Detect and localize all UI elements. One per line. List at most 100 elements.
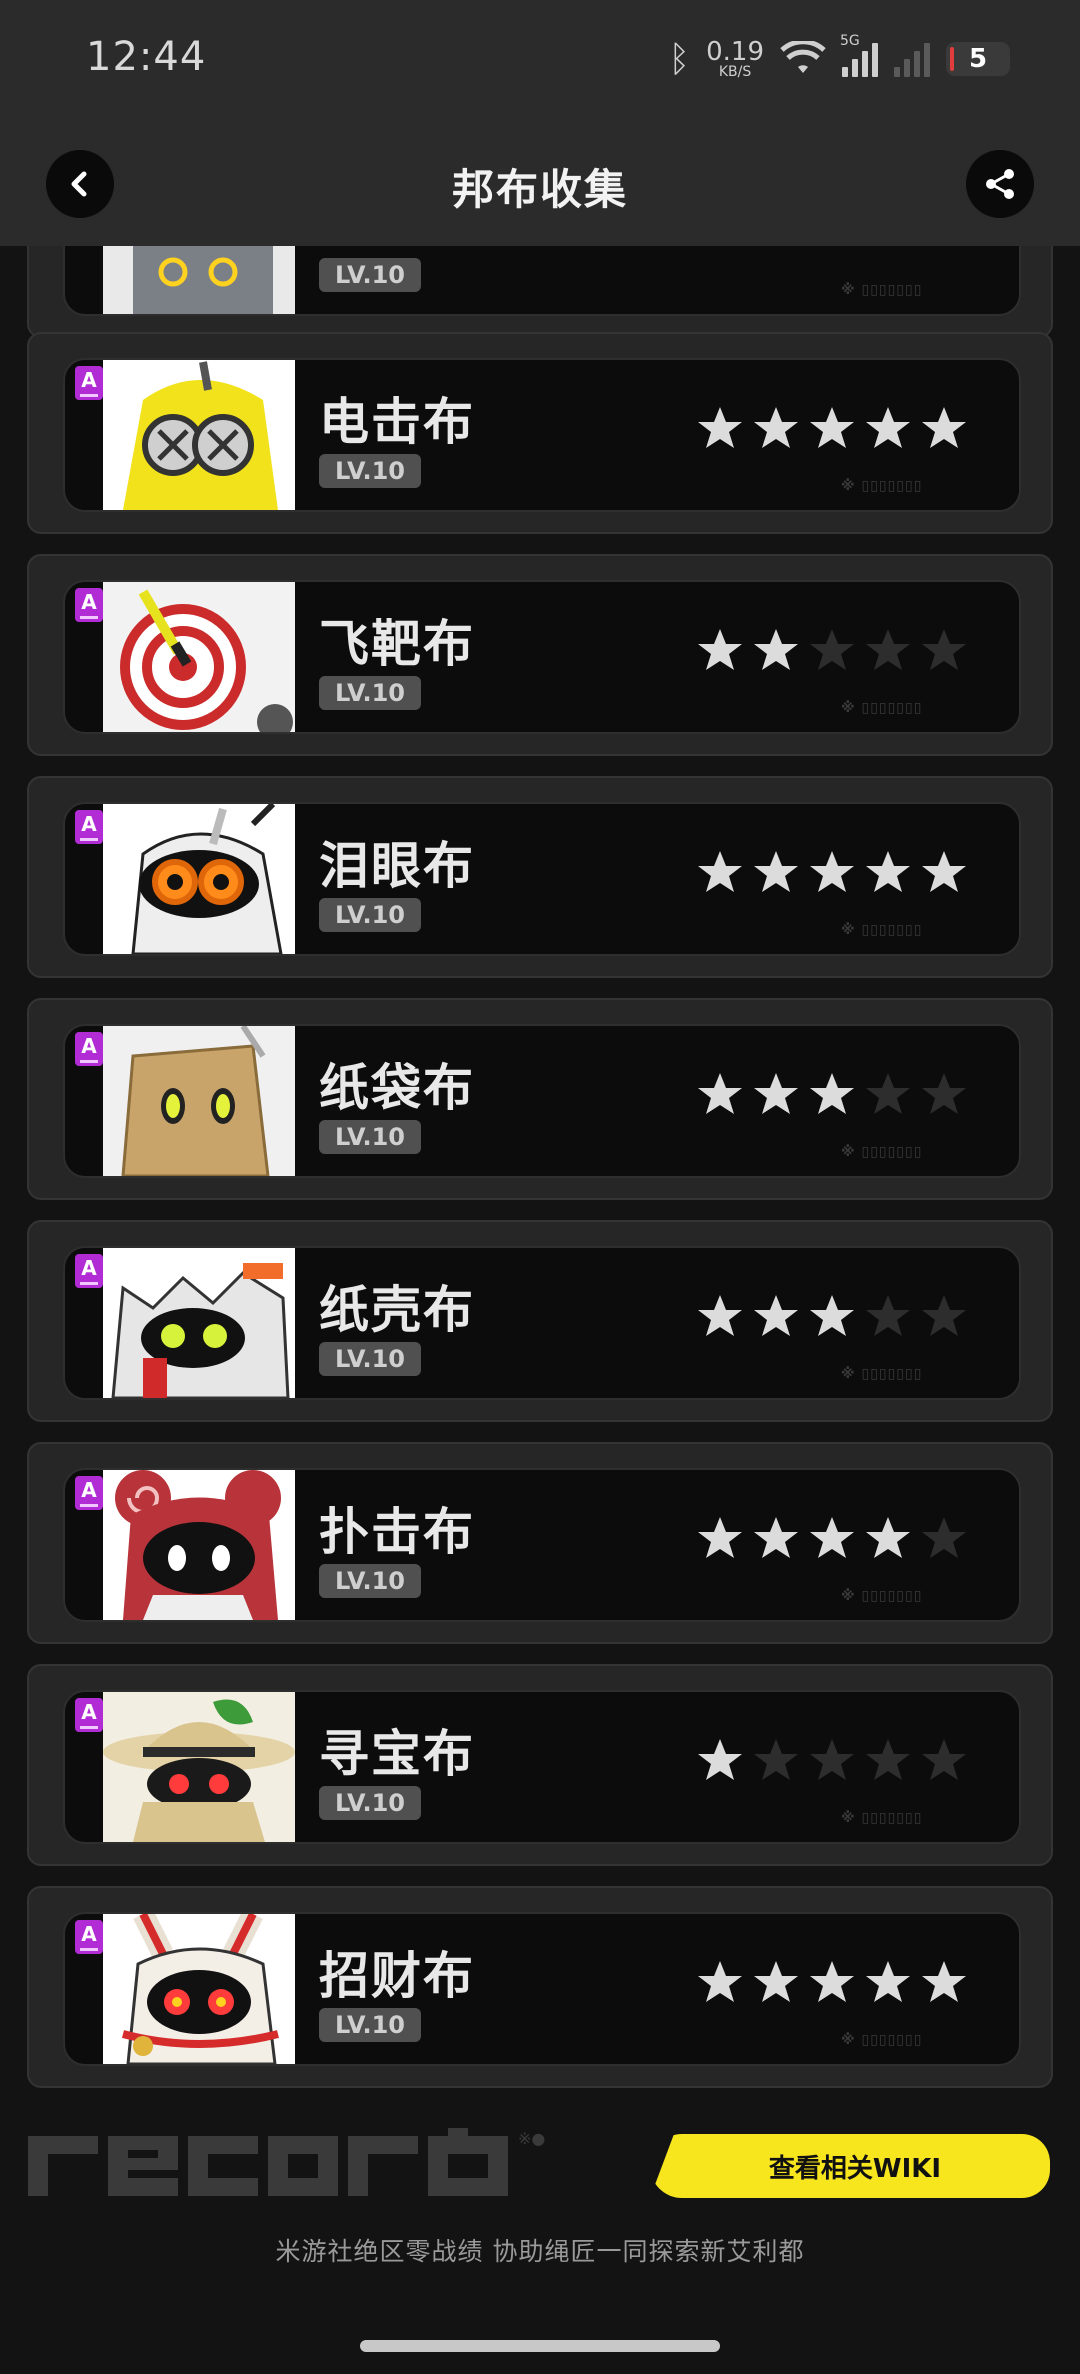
card-deco-text: ※ ▯▯▯▯▯▯▯ xyxy=(841,922,923,938)
star-empty-icon xyxy=(922,629,966,670)
bangboo-level: LV.10 xyxy=(319,454,421,488)
star-filled-icon xyxy=(810,1517,854,1558)
card-inner: A 飞靶布 LV.10 ※ ▯▯▯▯▯▯▯ xyxy=(63,580,1021,734)
star-filled-icon xyxy=(754,1295,798,1336)
star-filled-icon xyxy=(810,1961,854,2002)
bangboo-art xyxy=(103,1692,295,1842)
card-inner: A 扑击布 LV.10 ※ ▯▯▯▯▯▯▯ xyxy=(63,1468,1021,1622)
rank-badge: A xyxy=(75,588,103,622)
card-deco-text: ※ ▯▯▯▯▯▯▯ xyxy=(841,1366,923,1382)
status-bar: 12:44 ᛒ 0.19 KB/S 5G 5 xyxy=(0,0,1080,120)
card-inner: A 泪眼布 LV.10 ※ ▯▯▯▯▯▯▯ xyxy=(63,802,1021,956)
card-deco-text: ※ ▯▯▯▯▯▯▯ xyxy=(841,1144,923,1160)
star-rating xyxy=(695,1958,969,2008)
card-deco-text: ※ ▯▯▯▯▯▯▯ xyxy=(841,2032,923,2048)
card-inner: A 纸壳布 LV.10 ※ ▯▯▯▯▯▯▯ xyxy=(63,1246,1021,1400)
bangboo-card[interactable]: A 电击布 LV.10 ※ ▯▯▯▯▯▯▯ xyxy=(27,332,1053,534)
bangboo-art xyxy=(103,1026,295,1176)
star-filled-icon xyxy=(698,629,742,670)
rank-badge: A xyxy=(75,1032,103,1066)
bangboo-card[interactable]: A 扑击布 LV.10 ※ ▯▯▯▯▯▯▯ xyxy=(27,1442,1053,1644)
star-rating xyxy=(695,626,969,676)
card-inner: A 纸袋布 LV.10 ※ ▯▯▯▯▯▯▯ xyxy=(63,1024,1021,1178)
rank-badge: A xyxy=(75,1476,103,1510)
bangboo-level: LV.10 xyxy=(319,1120,421,1154)
star-filled-icon xyxy=(698,851,742,892)
rank-badge: A xyxy=(75,1254,103,1288)
bangboo-level: LV.10 xyxy=(319,676,421,710)
bangboo-name: 飞靶布 xyxy=(319,615,475,673)
star-empty-icon xyxy=(866,1295,910,1336)
bangboo-card[interactable]: A 招财布 LV.10 ※ ▯▯▯▯▯▯▯ xyxy=(27,1886,1053,2088)
status-icons: ᛒ 0.19 KB/S 5G 5 xyxy=(669,33,1010,84)
bangboo-name: 招财布 xyxy=(319,1947,475,2005)
star-filled-icon xyxy=(698,1295,742,1336)
record-logo: ※● record xyxy=(28,2128,545,2196)
bangboo-card[interactable]: A 寻宝布 LV.10 ※ ▯▯▯▯▯▯▯ xyxy=(27,1664,1053,1866)
bangboo-card-partial[interactable]: LV.10 ※ ▯▯▯▯▯▯▯ xyxy=(27,246,1053,338)
bangboo-name: 泪眼布 xyxy=(319,837,475,895)
star-filled-icon xyxy=(754,407,798,448)
cellular-signal-icon xyxy=(894,41,930,77)
bangboo-level: LV.10 xyxy=(319,1786,421,1820)
bangboo-avatar: A xyxy=(65,1248,295,1398)
star-filled-icon xyxy=(754,1961,798,2002)
star-filled-icon xyxy=(922,851,966,892)
star-filled-icon xyxy=(698,1073,742,1114)
star-filled-icon xyxy=(866,407,910,448)
star-rating xyxy=(695,848,969,898)
bangboo-list[interactable]: LV.10 ※ ▯▯▯▯▯▯▯ A 电击布 LV.10 ※ ▯▯▯▯▯▯▯ A … xyxy=(27,246,1053,2088)
bangboo-art xyxy=(103,1470,295,1620)
battery-icon: 5 xyxy=(946,42,1010,76)
bangboo-name: 寻宝布 xyxy=(319,1725,475,1783)
star-empty-icon xyxy=(810,629,854,670)
share-button[interactable] xyxy=(966,150,1034,218)
star-filled-icon xyxy=(922,407,966,448)
star-empty-icon xyxy=(922,1295,966,1336)
star-filled-icon xyxy=(754,1073,798,1114)
bangboo-avatar xyxy=(65,246,295,314)
bangboo-level: LV.10 xyxy=(319,2008,421,2042)
bangboo-avatar: A xyxy=(65,360,295,510)
battery-level: 5 xyxy=(968,44,988,74)
bangboo-card[interactable]: A 飞靶布 LV.10 ※ ▯▯▯▯▯▯▯ xyxy=(27,554,1053,756)
star-filled-icon xyxy=(810,851,854,892)
view-wiki-button[interactable]: 查看相关WIKI xyxy=(650,2134,1050,2198)
star-empty-icon xyxy=(810,1739,854,1780)
star-filled-icon xyxy=(698,407,742,448)
card-inner: A 寻宝布 LV.10 ※ ▯▯▯▯▯▯▯ xyxy=(63,1690,1021,1844)
bangboo-avatar: A xyxy=(65,582,295,732)
rank-badge: A xyxy=(75,810,103,844)
star-empty-icon xyxy=(866,1073,910,1114)
bangboo-name: 纸袋布 xyxy=(319,1059,475,1117)
card-deco-text: ※ ▯▯▯▯▯▯▯ xyxy=(841,700,923,716)
star-empty-icon xyxy=(922,1517,966,1558)
star-empty-icon xyxy=(754,1739,798,1780)
star-filled-icon xyxy=(698,1739,742,1780)
footer-tagline: 米游社绝区零战绩 协助绳匠一同探索新艾利都 xyxy=(275,2237,805,2266)
bangboo-art xyxy=(103,246,295,314)
star-rating xyxy=(695,1514,969,1564)
bangboo-name: 电击布 xyxy=(319,393,475,451)
star-filled-icon xyxy=(922,1961,966,2002)
star-filled-icon xyxy=(810,1295,854,1336)
bangboo-card[interactable]: A 纸壳布 LV.10 ※ ▯▯▯▯▯▯▯ xyxy=(27,1220,1053,1422)
star-empty-icon xyxy=(866,1739,910,1780)
cellular-5g-icon: 5G xyxy=(840,33,878,77)
card-inner: LV.10 ※ ▯▯▯▯▯▯▯ xyxy=(63,246,1021,316)
svg-text:※●: ※● xyxy=(518,2129,545,2148)
bangboo-level: LV.10 xyxy=(319,1342,421,1376)
star-filled-icon xyxy=(754,851,798,892)
status-time: 12:44 xyxy=(86,34,207,80)
bangboo-avatar: A xyxy=(65,804,295,954)
bangboo-card[interactable]: A 泪眼布 LV.10 ※ ▯▯▯▯▯▯▯ xyxy=(27,776,1053,978)
star-filled-icon xyxy=(754,629,798,670)
card-deco-text: ※ ▯▯▯▯▯▯▯ xyxy=(841,1588,923,1604)
wifi-icon xyxy=(780,41,826,73)
bangboo-card[interactable]: A 纸袋布 LV.10 ※ ▯▯▯▯▯▯▯ xyxy=(27,998,1053,1200)
home-indicator[interactable] xyxy=(360,2340,720,2352)
bangboo-avatar: A xyxy=(65,1470,295,1620)
network-speed-value: 0.19 xyxy=(706,37,764,67)
bangboo-art xyxy=(103,1248,295,1398)
card-deco-text: ※ ▯▯▯▯▯▯▯ xyxy=(841,282,923,298)
